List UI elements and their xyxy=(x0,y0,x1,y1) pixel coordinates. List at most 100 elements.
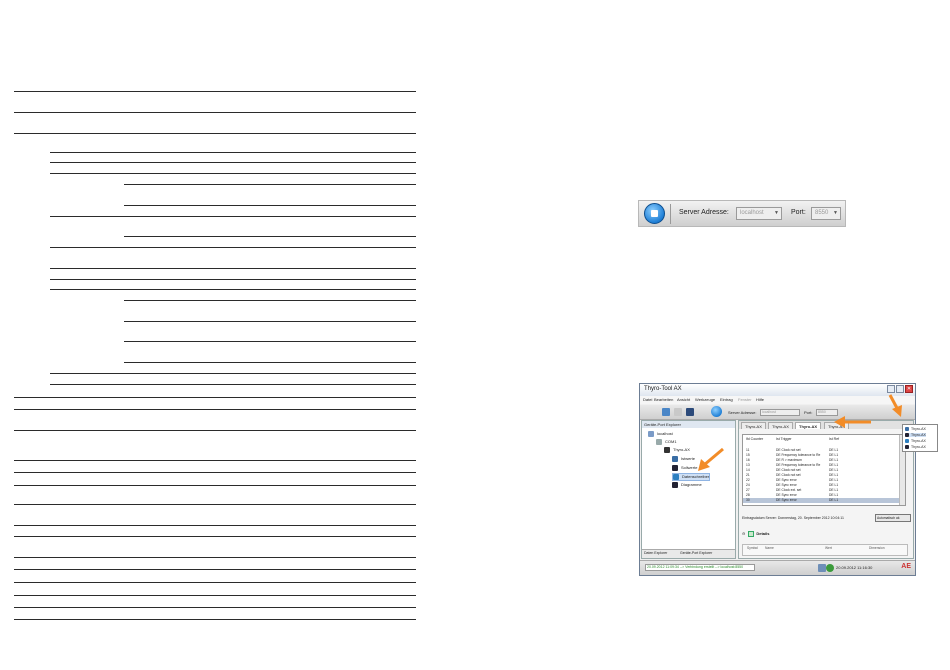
tree-node-istwerte[interactable]: Istwerte xyxy=(672,456,695,462)
server-address-combo[interactable]: localhost ▼ xyxy=(736,207,782,220)
column-header[interactable]: Wert xyxy=(825,546,832,550)
server-address-combo[interactable]: localhost xyxy=(760,409,800,416)
menu-eintrag[interactable]: Eintrag xyxy=(720,397,733,402)
arrow-icon xyxy=(698,447,724,471)
rule xyxy=(50,173,416,174)
tab-device-port-explorer[interactable]: Geräte-Port Explorer xyxy=(680,551,712,555)
port-value: 8550 xyxy=(815,210,829,216)
rule xyxy=(14,557,416,558)
tree-node-label: Thyro-AX xyxy=(673,447,690,453)
column-header[interactable]: lfd Counter xyxy=(746,437,763,441)
dropdown-item-label: Thyro-AX xyxy=(911,439,926,443)
column-header[interactable]: Symbol xyxy=(747,546,758,550)
status-bar: 20.09.2012 11:09:34 --> Verbindung erste… xyxy=(640,560,915,575)
minimize-button[interactable] xyxy=(887,385,895,393)
print-icon[interactable] xyxy=(674,408,682,416)
server-address-label: Server Adresse: xyxy=(679,209,729,216)
port-combo[interactable]: 8550 ▼ xyxy=(811,207,841,220)
port-value: 8550 xyxy=(818,410,826,414)
port-combo[interactable]: 8550 xyxy=(816,409,838,416)
rule xyxy=(14,504,416,505)
setpoint-icon xyxy=(672,465,678,471)
cell: DE L1 xyxy=(829,498,839,502)
company-logo: AE xyxy=(901,563,911,570)
network-icon xyxy=(818,564,826,572)
rule xyxy=(14,607,416,608)
details-section[interactable]: ⊖ Details xyxy=(742,531,769,537)
server-address-label: Server Adresse: xyxy=(728,410,757,415)
rule xyxy=(50,268,416,269)
menu-werkzeuge[interactable]: Werkzeuge xyxy=(695,397,715,402)
rule xyxy=(124,321,416,322)
connect-button[interactable] xyxy=(711,406,722,417)
rule xyxy=(50,152,416,153)
toolbar-separator xyxy=(670,204,671,224)
rule xyxy=(50,279,416,280)
maximize-button[interactable] xyxy=(896,385,904,393)
arrow-icon xyxy=(834,416,871,428)
server-address-value: localhost xyxy=(740,210,764,216)
open-icon[interactable] xyxy=(662,408,670,416)
connect-button[interactable] xyxy=(644,203,665,224)
tree-node-label: Sollwerte xyxy=(681,465,698,471)
gauge-icon xyxy=(905,427,909,432)
status-time: 20.09.2012 11:16:30 xyxy=(836,565,873,570)
tree-node-label: localhost xyxy=(657,431,673,437)
chevron-down-icon: ▼ xyxy=(774,210,779,216)
details-grid: Symbol Name Wert Dimension xyxy=(742,544,908,556)
dropdown-item[interactable]: Thyro-AX xyxy=(905,445,926,450)
tree-node-label: Datenschreiber xyxy=(682,474,710,480)
app-window: Thyro-Tool AX ✕ Datei Bearbeiten Ansicht… xyxy=(639,383,916,576)
details-checkbox[interactable] xyxy=(748,531,755,537)
tab-thyro-ax-1[interactable]: Thyro-AX xyxy=(741,422,766,429)
tab-thyro-ax-2[interactable]: Thyro-AX xyxy=(768,422,793,429)
dropdown-item[interactable]: Thyro-AX xyxy=(905,427,926,432)
column-header[interactable]: Ist Trigger xyxy=(776,437,792,441)
rule xyxy=(124,236,416,237)
dropdown-item-label: Thyro-AX xyxy=(911,433,926,437)
tree-node-datenschreiber[interactable]: Datenschreiber xyxy=(672,473,711,481)
dropdown-item[interactable]: Thyro-AX xyxy=(905,433,926,438)
title-bar: Thyro-Tool AX ✕ xyxy=(640,384,915,396)
tree-node-localhost[interactable]: localhost xyxy=(648,431,673,437)
tree-node-diagramme[interactable]: Diagramme xyxy=(672,482,702,488)
menu-hilfe[interactable]: Hilfe xyxy=(756,397,764,402)
tab-data-explorer[interactable]: Daten Explorer xyxy=(644,551,667,555)
auto-update-button[interactable]: Automatisch ak xyxy=(875,514,911,522)
rule xyxy=(50,373,416,374)
tree-node-label: Diagramme xyxy=(681,482,702,488)
tab-thyro-ax-3[interactable]: Thyro-AX xyxy=(795,422,821,429)
entry-date-value: Donnerstag, 20. September 2012 10:04:11 xyxy=(777,516,844,520)
computer-icon xyxy=(648,431,654,437)
recorder-icon xyxy=(673,474,679,480)
tree-node-thyro-ax[interactable]: Thyro-AX xyxy=(664,447,690,453)
tree-node-label: Istwerte xyxy=(681,456,696,462)
menu-ansicht[interactable]: Ansicht xyxy=(677,397,690,402)
device-port-explorer: Geräte-Port Explorer localhost COM1 Thyr… xyxy=(641,420,736,559)
column-header[interactable]: Dimension xyxy=(869,546,885,550)
column-header[interactable]: Ist Ref xyxy=(829,437,839,441)
rule xyxy=(124,300,416,301)
rule xyxy=(14,595,416,596)
rule xyxy=(14,91,416,92)
save-icon[interactable] xyxy=(686,408,694,416)
table-row-selected[interactable]: 30 DE Sync error DE L1 xyxy=(743,498,903,503)
menu-fenster[interactable]: Fenster xyxy=(738,397,752,402)
tree-node-sollwerte[interactable]: Sollwerte xyxy=(672,465,697,471)
menu-bearbeiten[interactable]: Bearbeiten xyxy=(654,397,673,402)
dropdown-item[interactable]: Thyro-AX xyxy=(905,439,926,444)
close-button[interactable]: ✕ xyxy=(905,385,913,393)
rule xyxy=(14,619,416,620)
left-panel-tabs: Daten Explorer Geräte-Port Explorer xyxy=(642,549,735,558)
panel-header: Geräte-Port Explorer xyxy=(642,421,735,428)
port-label: Port: xyxy=(791,209,806,216)
menu-datei[interactable]: Datei xyxy=(643,397,652,402)
column-header[interactable]: Name xyxy=(765,546,774,550)
dropdown-item-label: Thyro-AX xyxy=(911,427,926,431)
cell: DE Sync error xyxy=(776,498,797,502)
tree-node-com1[interactable]: COM1 xyxy=(656,439,677,445)
setpoint-icon xyxy=(905,433,909,438)
app-toolbar: Server Adresse: localhost Port: 8550 xyxy=(640,405,915,420)
rule xyxy=(50,247,416,248)
tree-node-label: COM1 xyxy=(665,439,677,445)
